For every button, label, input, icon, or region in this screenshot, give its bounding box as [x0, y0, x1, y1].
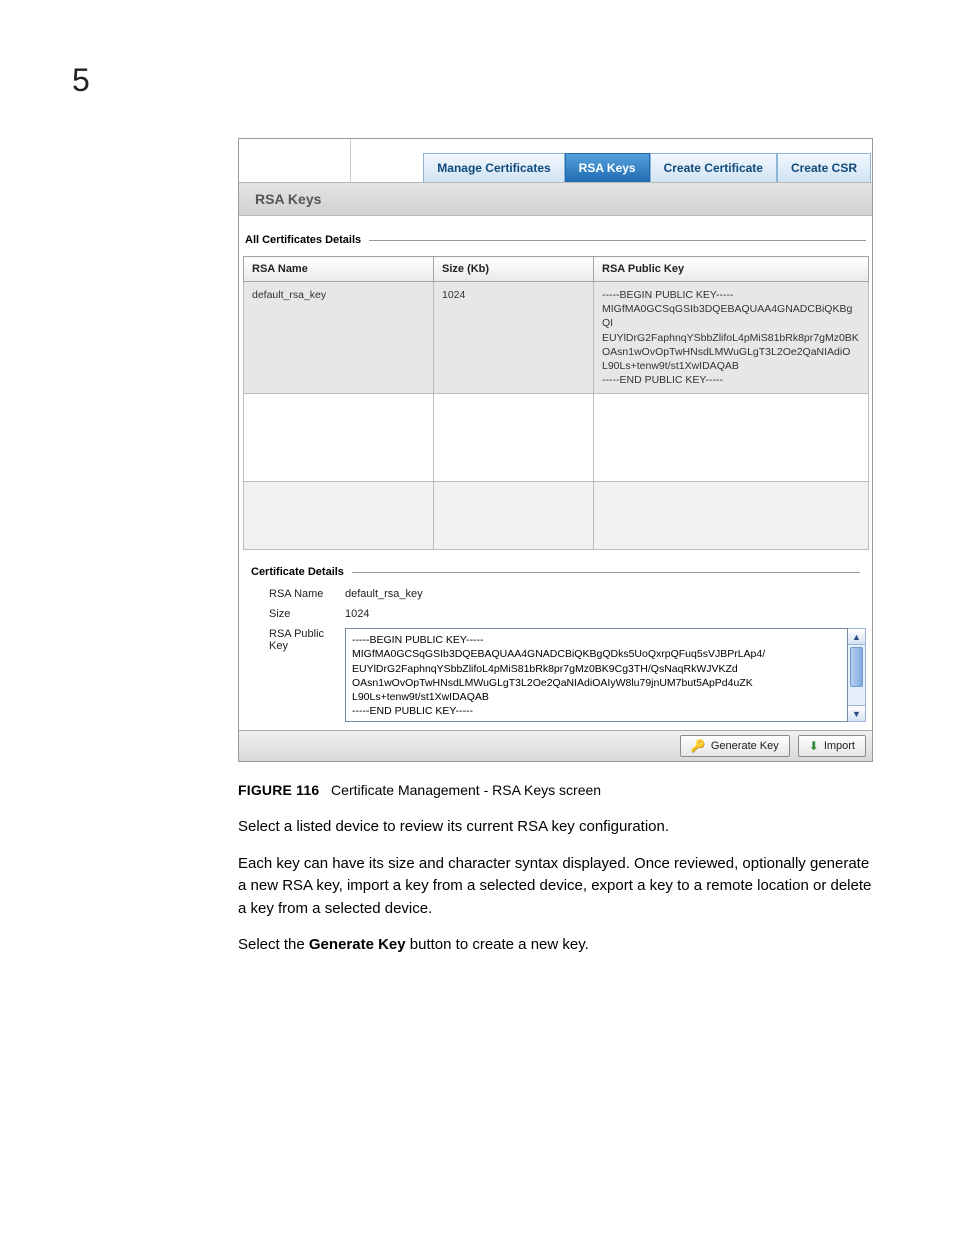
figure-caption-text: Certificate Management - RSA Keys screen	[331, 782, 601, 798]
scroll-up-icon[interactable]: ▲	[848, 629, 865, 645]
col-rsa-name[interactable]: RSA Name	[244, 257, 434, 282]
rsa-keys-table[interactable]: RSA Name Size (Kb) RSA Public Key defaul…	[243, 256, 869, 550]
generate-key-button[interactable]: 🔑 Generate Key	[680, 735, 790, 757]
table-row[interactable]	[244, 482, 869, 550]
figure-caption: FIGURE 116 Certificate Management - RSA …	[238, 782, 873, 798]
section-label-text: Certificate Details	[251, 566, 344, 578]
text: button to create a new key.	[406, 936, 589, 953]
detail-value-size: 1024	[345, 608, 866, 620]
tab-create-certificate[interactable]: Create Certificate	[650, 153, 777, 182]
section-all-certificates: All Certificates Details	[239, 228, 872, 252]
tab-bar: Manage Certificates RSA Keys Create Cert…	[351, 139, 871, 182]
scroll-thumb[interactable]	[850, 647, 863, 687]
paragraph: Select the Generate Key button to create…	[238, 934, 873, 957]
button-label: Generate Key	[711, 740, 779, 752]
import-icon: ⬇	[809, 739, 819, 753]
tab-manage-certificates[interactable]: Manage Certificates	[423, 153, 564, 182]
key-icon: 🔑	[691, 739, 706, 753]
figure-label: FIGURE 116	[238, 782, 319, 798]
detail-label-size: Size	[245, 608, 345, 620]
scrollbar[interactable]: ▲ ▼	[848, 628, 866, 722]
button-bar: 🔑 Generate Key ⬇ Import	[239, 730, 872, 761]
section-label-text: All Certificates Details	[245, 234, 361, 246]
detail-value-rsa-name: default_rsa_key	[345, 588, 866, 600]
page-number: 5	[72, 62, 90, 99]
scroll-down-icon[interactable]: ▼	[848, 705, 865, 721]
table-row[interactable]	[244, 394, 869, 482]
cell-rsa-name: default_rsa_key	[244, 282, 434, 394]
col-size[interactable]: Size (Kb)	[434, 257, 594, 282]
col-public-key[interactable]: RSA Public Key	[594, 257, 869, 282]
cell-size: 1024	[434, 282, 594, 394]
cell-public-key: -----BEGIN PUBLIC KEY----- MIGfMA0GCSqGS…	[594, 282, 869, 394]
paragraph: Each key can have its size and character…	[238, 853, 873, 921]
import-button[interactable]: ⬇ Import	[798, 735, 866, 757]
section-certificate-details: Certificate Details	[245, 560, 866, 584]
divider	[369, 240, 866, 241]
bold-text: Generate Key	[309, 936, 406, 953]
detail-label-public-key: RSA Public Key	[245, 628, 345, 652]
text: Select the	[238, 936, 309, 953]
body-text: Select a listed device to review its cur…	[238, 816, 873, 957]
button-label: Import	[824, 740, 855, 752]
panel-title: RSA Keys	[239, 182, 872, 216]
app-panel: Manage Certificates RSA Keys Create Cert…	[238, 138, 873, 762]
public-key-textarea[interactable]: -----BEGIN PUBLIC KEY----- MIGfMA0GCSqGS…	[345, 628, 848, 722]
nav-pane	[239, 139, 351, 182]
detail-label-rsa-name: RSA Name	[245, 588, 345, 600]
tab-create-csr[interactable]: Create CSR	[777, 153, 871, 182]
table-row[interactable]: default_rsa_key 1024 -----BEGIN PUBLIC K…	[244, 282, 869, 394]
divider	[352, 572, 860, 573]
paragraph: Select a listed device to review its cur…	[238, 816, 873, 839]
tab-rsa-keys[interactable]: RSA Keys	[565, 153, 650, 182]
